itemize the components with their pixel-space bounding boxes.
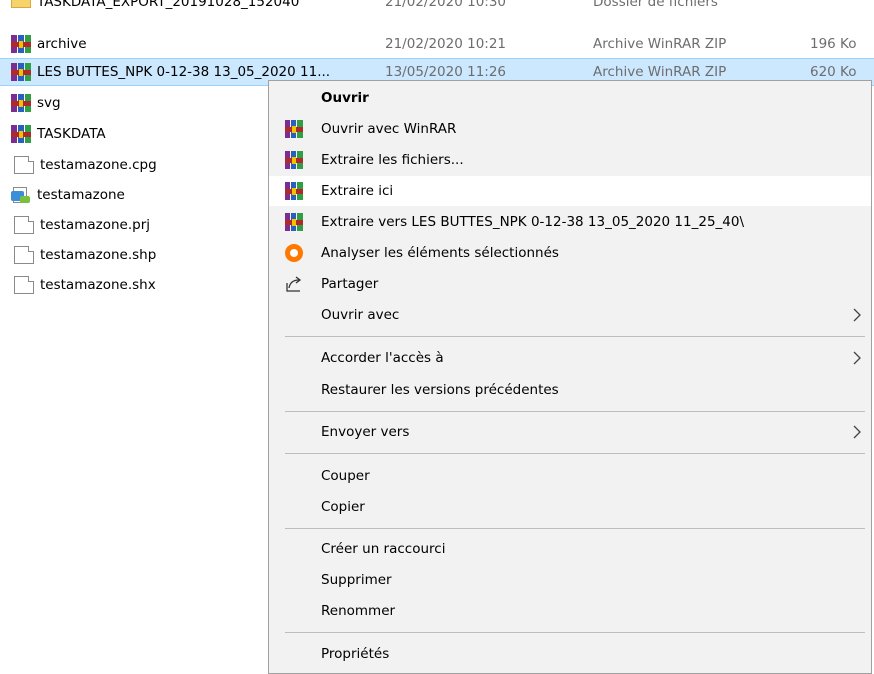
file-icon — [14, 156, 34, 174]
menu-item-label: Accorder l'accès à — [321, 350, 444, 366]
file-date: 13/05/2020 11:26 — [385, 64, 507, 80]
file-date: 21/02/2020 10:21 — [385, 36, 507, 52]
file-size: 196 Ko — [810, 36, 857, 52]
file-type: Dossier de fichiers — [593, 0, 718, 10]
antivirus-icon — [285, 244, 303, 262]
menu-item-share[interactable]: Partager — [269, 269, 871, 299]
menu-item-delete[interactable]: Supprimer — [269, 565, 871, 595]
menu-item-properties[interactable]: Propriétés — [269, 639, 871, 669]
file-row-archive[interactable]: archive 21/02/2020 10:21 Archive WinRAR … — [0, 30, 874, 58]
menu-item-extract-files[interactable]: Extraire les fichiers... — [269, 145, 871, 175]
menu-item-give-access[interactable]: Accorder l'accès à — [269, 343, 871, 373]
winrar-icon — [11, 94, 31, 112]
menu-item-label: Propriétés — [321, 646, 390, 662]
file-name: testamazone.cpg — [40, 157, 157, 173]
file-icon — [14, 216, 34, 234]
menu-separator — [285, 632, 865, 633]
menu-item-create-shortcut[interactable]: Créer un raccourci — [269, 534, 871, 564]
chevron-right-icon — [853, 308, 861, 322]
file-name: TASKDATA_EXPORT_20191028_152040 — [37, 0, 300, 10]
folder-icon — [11, 0, 31, 11]
menu-item-label: Extraire vers LES BUTTES_NPK 0-12-38 13_… — [321, 214, 745, 230]
file-name: testamazone.shp — [40, 247, 157, 263]
menu-item-extract-to[interactable]: Extraire vers LES BUTTES_NPK 0-12-38 13_… — [269, 207, 871, 237]
menu-item-extract-here[interactable]: Extraire ici — [269, 176, 871, 206]
menu-item-label: Partager — [321, 276, 379, 292]
menu-item-send-to[interactable]: Envoyer vers — [269, 417, 871, 447]
menu-item-open-winrar[interactable]: Ouvrir avec WinRAR — [269, 114, 871, 144]
menu-item-label: Ouvrir avec — [321, 307, 400, 323]
winrar-icon — [285, 182, 303, 200]
menu-separator — [285, 336, 865, 337]
file-name: testamazone.prj — [40, 217, 150, 233]
menu-separator — [285, 528, 865, 529]
menu-item-cut[interactable]: Couper — [269, 461, 871, 491]
menu-item-restore[interactable]: Restaurer les versions précédentes — [269, 375, 871, 405]
winrar-icon — [11, 125, 31, 143]
file-name: testamazone — [37, 187, 125, 203]
menu-item-label: Ouvrir avec WinRAR — [321, 121, 457, 137]
file-name: svg — [37, 95, 61, 111]
menu-separator — [285, 453, 865, 454]
menu-item-label: Copier — [321, 499, 365, 515]
menu-item-rename[interactable]: Renommer — [269, 596, 871, 626]
menu-item-scan[interactable]: Analyser les éléments sélectionnés — [269, 238, 871, 268]
chevron-right-icon — [853, 351, 861, 365]
menu-item-label: Envoyer vers — [321, 424, 410, 440]
winrar-icon — [285, 120, 303, 138]
file-name: TASKDATA — [37, 126, 106, 142]
file-name: archive — [37, 36, 87, 52]
file-name: testamazone.shx — [40, 277, 156, 293]
menu-item-label: Supprimer — [321, 572, 392, 588]
menu-item-label: Extraire les fichiers... — [321, 152, 464, 168]
menu-item-open-with[interactable]: Ouvrir avec — [269, 300, 871, 330]
menu-item-label: Ouvrir — [321, 90, 369, 106]
file-type: Archive WinRAR ZIP — [593, 64, 727, 80]
menu-separator — [285, 411, 865, 412]
shapefile-icon — [11, 186, 31, 204]
file-icon — [14, 276, 34, 294]
menu-item-label: Analyser les éléments sélectionnés — [321, 245, 559, 261]
menu-item-copy[interactable]: Copier — [269, 492, 871, 522]
context-menu: Ouvrir Ouvrir avec WinRAR Extraire les f… — [268, 80, 872, 674]
file-icon — [14, 246, 34, 264]
winrar-icon — [285, 213, 303, 231]
menu-item-label: Restaurer les versions précédentes — [321, 382, 559, 398]
file-name: LES BUTTES_NPK 0-12-38 13_05_2020 11... — [37, 64, 331, 80]
file-row-taskdata-export[interactable]: TASKDATA_EXPORT_20191028_152040 21/02/20… — [0, 0, 874, 16]
winrar-icon — [285, 151, 303, 169]
chevron-right-icon — [853, 425, 861, 439]
menu-item-label: Renommer — [321, 603, 396, 619]
share-icon — [286, 276, 302, 292]
file-size: 620 Ko — [810, 64, 857, 80]
menu-item-open[interactable]: Ouvrir — [269, 83, 871, 113]
menu-item-label: Couper — [321, 468, 370, 484]
winrar-icon — [11, 63, 31, 81]
menu-item-label: Extraire ici — [321, 183, 394, 199]
winrar-icon — [11, 35, 31, 53]
file-type: Archive WinRAR ZIP — [593, 36, 727, 52]
menu-item-label: Créer un raccourci — [321, 541, 446, 557]
file-date: 21/02/2020 10:30 — [385, 0, 507, 10]
